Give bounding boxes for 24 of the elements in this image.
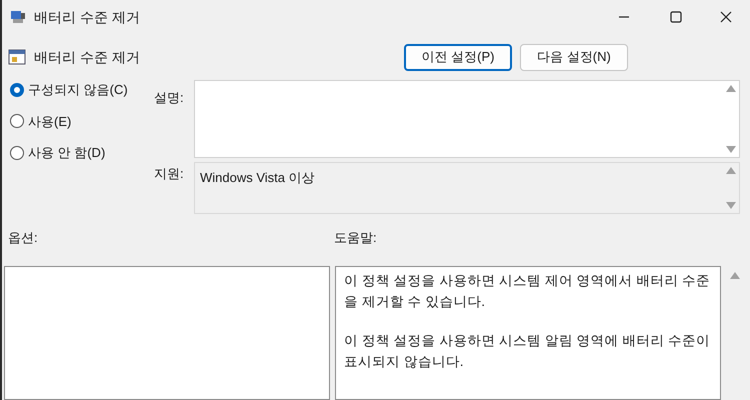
maximize-icon[interactable] bbox=[670, 11, 682, 23]
window-title: 배터리 수준 제거 bbox=[34, 8, 140, 26]
scroll-down-icon[interactable] bbox=[726, 146, 736, 153]
nav-button[interactable]: 다음 설정(N) bbox=[520, 44, 628, 70]
comment-field[interactable] bbox=[194, 80, 740, 158]
scroll-up-icon[interactable] bbox=[726, 85, 736, 92]
supported-text: Windows Vista 이상 bbox=[199, 169, 316, 187]
comment-label: 설명: bbox=[153, 89, 185, 107]
computer-policy-icon bbox=[10, 9, 26, 25]
help-label: 도움말: bbox=[334, 229, 377, 247]
radio-button[interactable] bbox=[10, 114, 24, 128]
radio-label: 구성되지 않음(C) bbox=[28, 81, 128, 99]
radio-button[interactable] bbox=[10, 146, 24, 160]
setting-icon bbox=[8, 48, 26, 66]
radio-label: 사용(E) bbox=[28, 112, 72, 131]
radio-button[interactable] bbox=[10, 82, 24, 97]
help-paragraph: 이 정책 설정을 사용하면 시스템 알림 영역에 배터리 수준이 표시되지 않습니다. bbox=[344, 332, 712, 370]
nav-button[interactable]: 이전 설정(P) bbox=[404, 44, 512, 70]
close-icon[interactable] bbox=[720, 11, 732, 23]
help-paragraph: 이 정책 설정을 사용하면 시스템 제어 영역에서 배터리 수준을 제거할 수 있습니다. bbox=[344, 272, 712, 310]
supported-label: 지원: bbox=[153, 165, 185, 183]
setting-title: 배터리 수준 제거 bbox=[34, 48, 141, 66]
radio-label: 사용 안 함(D) bbox=[28, 144, 106, 162]
options-label: 옵션: bbox=[7, 229, 39, 247]
